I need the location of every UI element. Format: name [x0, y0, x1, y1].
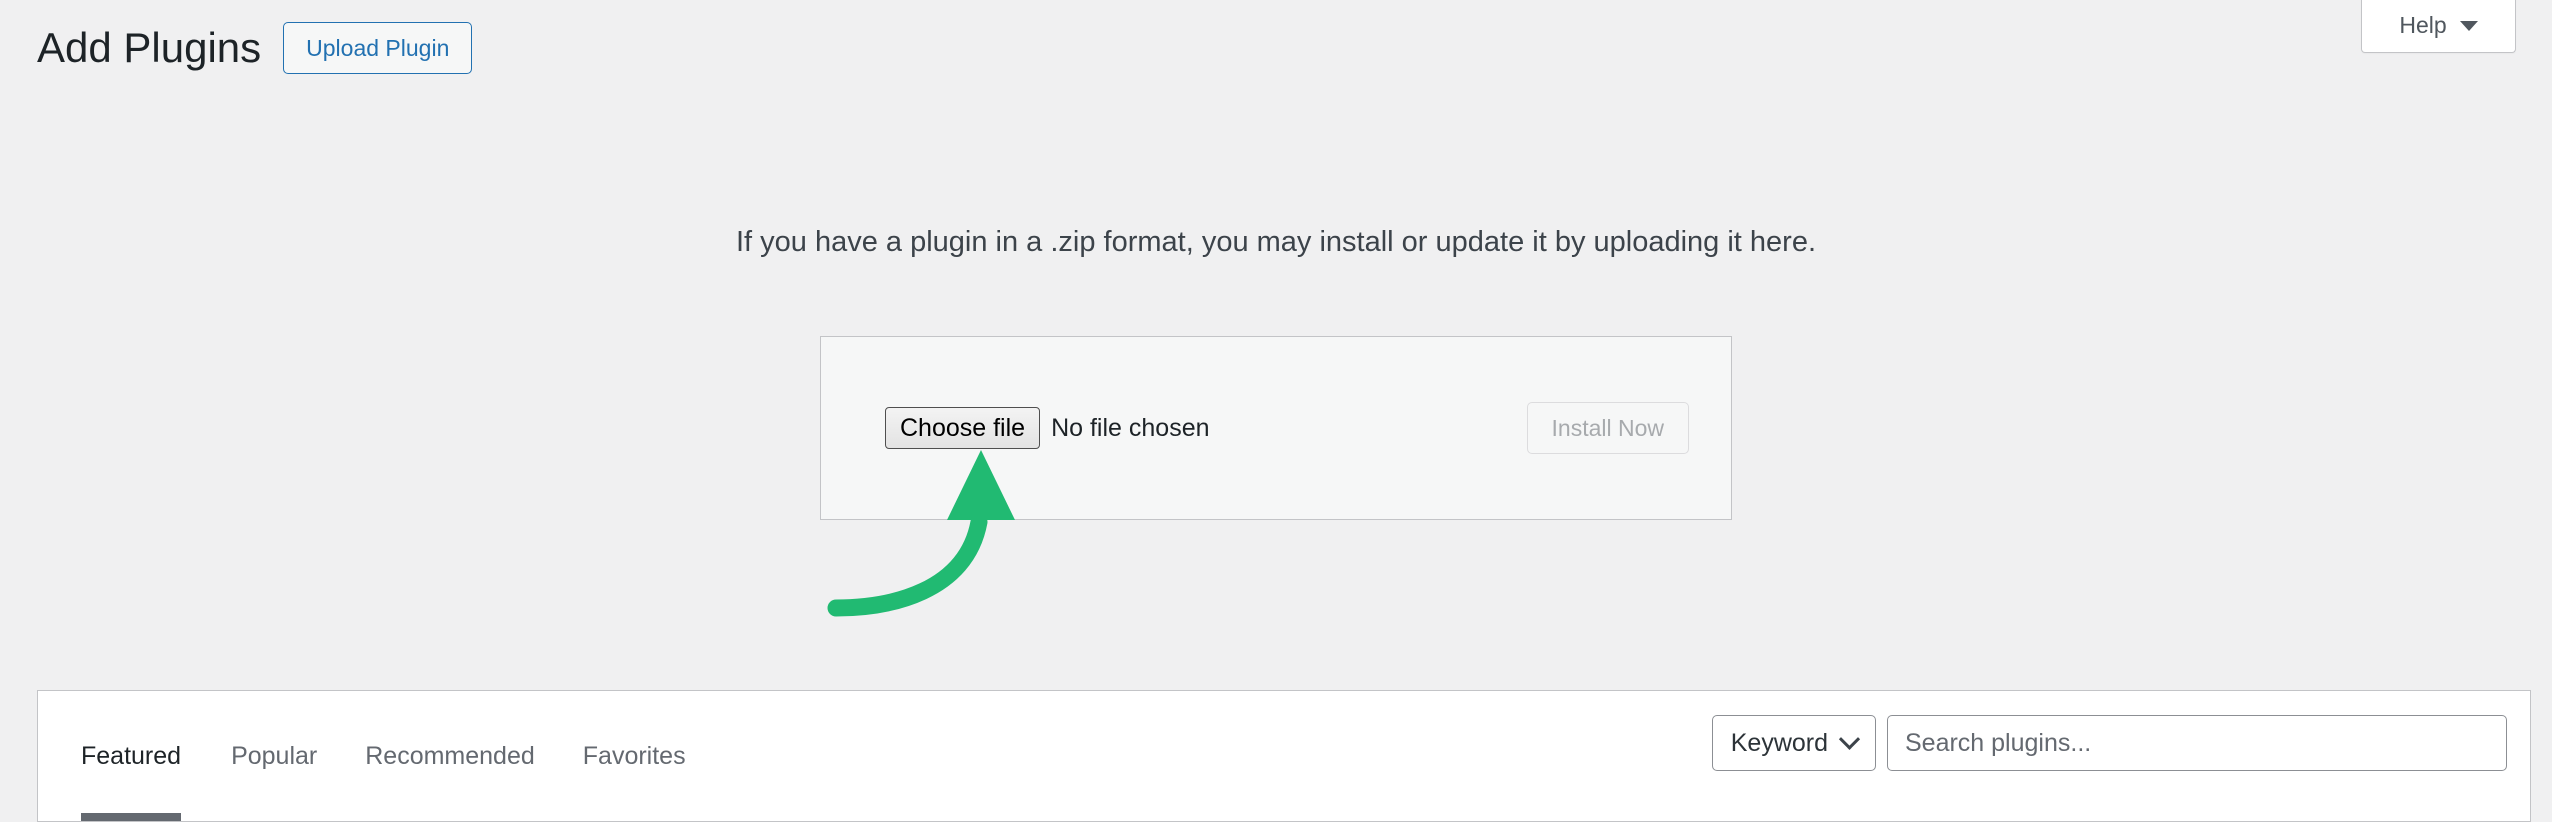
tab-favorites[interactable]: Favorites	[559, 691, 710, 821]
plugin-search-controls: Keyword	[1711, 691, 2530, 771]
selected-file-name: No file chosen	[1051, 413, 1210, 442]
upload-instructions-text: If you have a plugin in a .zip format, y…	[735, 226, 1817, 258]
tab-recommended[interactable]: Recommended	[341, 691, 559, 821]
choose-file-button[interactable]: Choose file	[885, 407, 1041, 449]
help-tab-label: Help	[2399, 12, 2447, 38]
upload-plugin-button[interactable]: Upload Plugin	[283, 22, 473, 74]
page-title: Add Plugins	[37, 23, 262, 71]
search-plugins-input[interactable]	[1887, 715, 2507, 771]
plugin-upload-box: Choose file No file chosen Install Now	[820, 336, 1732, 520]
tab-popular[interactable]: Popular	[207, 691, 341, 821]
plugin-filter-tabs: Featured Popular Recommended Favorites	[38, 691, 710, 821]
tab-featured[interactable]: Featured	[81, 691, 207, 821]
help-tab-button[interactable]: Help	[2361, 0, 2516, 53]
triangle-down-icon	[2459, 21, 2478, 31]
search-type-select[interactable]: Keyword	[1711, 715, 1876, 771]
page-header: Add Plugins Upload Plugin	[37, 22, 473, 74]
plugin-browser-card: Featured Popular Recommended Favorites K…	[37, 690, 2531, 822]
install-now-button[interactable]: Install Now	[1526, 402, 1689, 454]
search-type-label: Keyword	[1730, 728, 1828, 757]
chevron-down-icon	[1838, 728, 1861, 750]
upload-box-inner: Choose file No file chosen Install Now	[821, 402, 1731, 454]
file-upload-field[interactable]: Choose file No file chosen	[885, 407, 1210, 449]
